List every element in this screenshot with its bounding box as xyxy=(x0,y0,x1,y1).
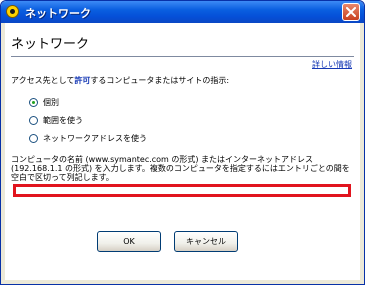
instruction-text: アクセス先として許可するコンピュータまたはサイトの指示: xyxy=(11,75,229,86)
page-title: ネットワーク xyxy=(11,37,90,52)
radio-button[interactable] xyxy=(29,134,38,143)
instruction-keyword: 許可 xyxy=(74,76,91,85)
heading-divider xyxy=(11,56,354,57)
close-icon xyxy=(346,7,356,17)
dialog-body: ネットワーク 詳しい情報 アクセス先として許可するコンピュータまたはサイトの指示… xyxy=(5,23,360,280)
title-bar[interactable]: ネットワーク xyxy=(1,1,364,23)
radio-label: 範囲を使う xyxy=(43,116,83,125)
radio-button-selected[interactable] xyxy=(29,98,38,107)
window-title: ネットワーク xyxy=(25,7,91,20)
cancel-button[interactable]: キャンセル xyxy=(174,231,238,252)
network-dialog: ネットワーク ネットワーク 詳しい情報 アクセス先として許可するコンピュータまた… xyxy=(0,0,365,285)
radio-label: 個別 xyxy=(43,98,59,107)
help-link[interactable]: 詳しい情報 xyxy=(312,59,352,70)
instruction-suffix: するコンピュータまたはサイトの指示: xyxy=(90,76,230,85)
instruction-prefix: アクセス先として xyxy=(11,76,75,85)
address-input[interactable] xyxy=(13,184,351,197)
address-description: コンピュータの名前 (www.symantec.com の形式) またはインター… xyxy=(11,155,350,182)
close-button[interactable] xyxy=(342,3,360,21)
radio-label: ネットワークアドレスを使う xyxy=(43,134,147,143)
radio-button[interactable] xyxy=(29,116,38,125)
norton-icon xyxy=(6,5,19,18)
ok-button[interactable]: OK xyxy=(97,231,161,252)
